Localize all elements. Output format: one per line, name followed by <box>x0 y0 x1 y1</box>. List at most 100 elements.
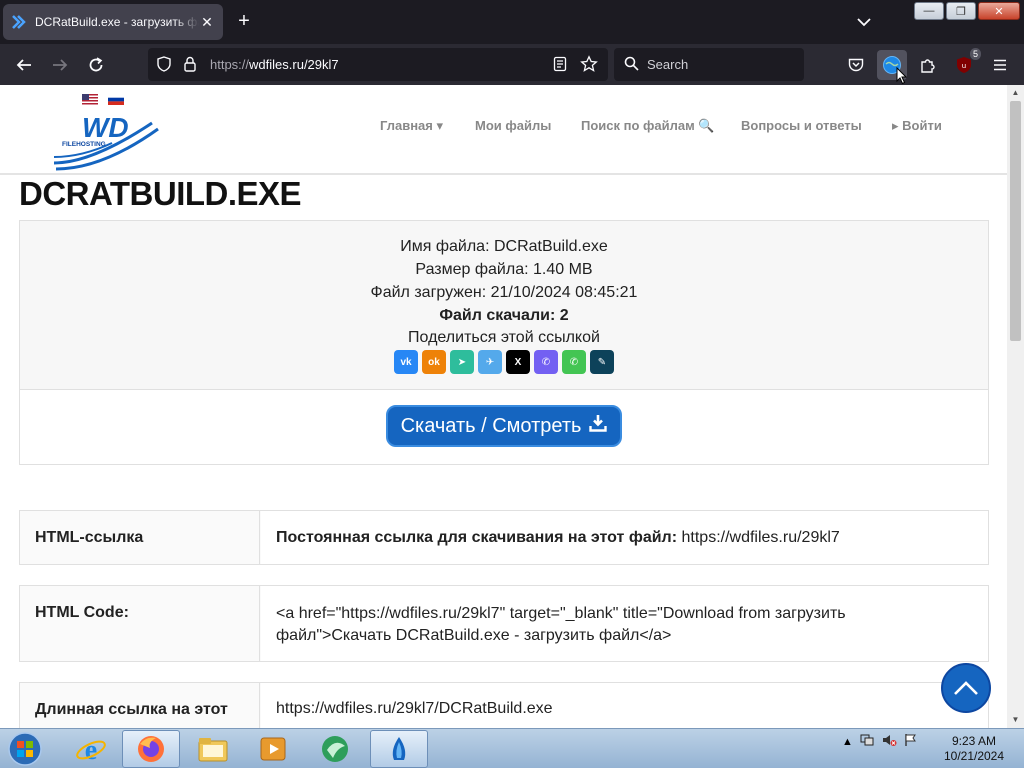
web-page: WD FILEHOSTING Главная ▾ Мои файлы Поиск… <box>0 85 1007 728</box>
share-label: Поделиться этой ссылкой <box>408 329 600 346</box>
restore-button[interactable]: ❐ <box>946 2 976 20</box>
nav-faq[interactable]: Вопросы и ответы <box>741 118 892 134</box>
whatsapp-icon[interactable]: ✆ <box>562 350 586 374</box>
page-title: DCRATBUILD.EXE <box>19 175 302 212</box>
telegram-icon[interactable]: ✈ <box>478 350 502 374</box>
html-link-row: HTML-ссылка Постоянная ссылка для скачив… <box>19 510 989 565</box>
internet-explorer-icon: e <box>76 735 106 765</box>
scrollbar-thumb[interactable] <box>1010 101 1021 341</box>
folder-icon <box>198 738 228 762</box>
html-link-value: Постоянная ссылка для скачивания на этот… <box>261 511 988 564</box>
system-clock[interactable]: 9:23 AM 10/21/2024 <box>936 734 1012 764</box>
nav-login[interactable]: ▸ Войти <box>892 118 942 134</box>
windows-taskbar: e ▲ 9:23 AM 10/21/2024 <box>0 728 1024 768</box>
list-all-tabs-icon[interactable] <box>852 12 876 32</box>
site-navigation: Главная ▾ Мои файлы Поиск по файлам 🔍 Во… <box>380 118 942 134</box>
html-code-value[interactable]: <a href="https://wdfiles.ru/29kl7" targe… <box>261 586 988 661</box>
html-code-row: HTML Code: <a href="https://wdfiles.ru/2… <box>19 585 989 662</box>
vk-icon[interactable]: vk <box>394 350 418 374</box>
logo-subtext: FILEHOSTING <box>62 141 106 148</box>
volume-muted-icon[interactable] <box>881 733 897 750</box>
page-scrollbar[interactable]: ▲ ▼ <box>1007 85 1024 728</box>
long-link-row: Длинная ссылка на этот https://wdfiles.r… <box>19 682 989 728</box>
media-player-icon <box>260 737 286 761</box>
show-hidden-icons-arrow-icon[interactable]: ▲ <box>842 736 853 748</box>
clock-date: 10/21/2024 <box>943 749 1005 763</box>
ublock-count-badge: 5 <box>969 48 981 60</box>
new-tab-button[interactable]: + <box>232 10 256 34</box>
html-link-label: HTML-ссылка <box>20 511 260 564</box>
hamburger-menu-icon[interactable] <box>987 52 1013 78</box>
odnoklassniki-icon[interactable]: ok <box>422 350 446 374</box>
file-name: Имя файла: DCRatBuild.exe <box>400 238 608 255</box>
action-center-flag-icon[interactable] <box>903 733 917 750</box>
search-placeholder: Search <box>647 57 689 72</box>
wd-filehosting-logo[interactable]: WD FILEHOSTING <box>52 111 162 173</box>
livejournal-icon[interactable]: ✎ <box>590 350 614 374</box>
scroll-to-top-button[interactable] <box>941 663 991 713</box>
file-download-count: Файл скачали: 2 <box>439 307 569 324</box>
browser-extension-globe-icon[interactable] <box>877 50 908 85</box>
us-flag-icon[interactable] <box>82 94 98 105</box>
svg-text:u: u <box>962 62 966 70</box>
nav-home[interactable]: Главная ▾ <box>380 118 475 134</box>
html-code-line-2: файл">Скачать DCRatBuild.exe - загрузить… <box>276 627 672 644</box>
x-icon[interactable]: X <box>506 350 530 374</box>
nav-file-search[interactable]: Поиск по файлам 🔍 <box>581 118 741 134</box>
padlock-icon[interactable] <box>182 55 198 76</box>
nav-my-files[interactable]: Мои файлы <box>475 118 581 134</box>
svg-text:e: e <box>85 735 97 765</box>
file-info-box: Имя файла: DCRatBuild.exe Размер файла: … <box>19 220 989 465</box>
scroll-down-arrow-icon[interactable]: ▼ <box>1007 713 1024 727</box>
firefox-icon <box>138 736 164 762</box>
taskbar-firefox[interactable] <box>122 730 180 768</box>
blue-app-icon <box>392 737 406 760</box>
scroll-up-arrow-icon[interactable]: ▲ <box>1007 86 1024 100</box>
clock-time: 9:23 AM <box>951 734 997 748</box>
download-icon <box>589 414 608 438</box>
html-link-prefix: Постоянная ссылка для скачивания на этот… <box>276 529 678 546</box>
reader-view-icon[interactable] <box>552 56 568 75</box>
close-window-button[interactable]: ✕ <box>978 2 1020 20</box>
long-link-url[interactable]: https://wdfiles.ru/29kl7/DCRatBuild.exe <box>261 683 988 728</box>
russia-flag-icon[interactable] <box>108 94 124 105</box>
tab-close-icon[interactable]: ✕ <box>199 14 215 31</box>
start-button[interactable] <box>4 731 46 767</box>
file-details: Имя файла: DCRatBuild.exe Размер файла: … <box>20 221 988 390</box>
html-code-line-1: <a href="https://wdfiles.ru/29kl7" targe… <box>276 605 846 622</box>
pocket-icon[interactable] <box>843 52 869 78</box>
long-link-label: Длинная ссылка на этот <box>20 683 260 728</box>
taskbar-app-blue[interactable] <box>370 730 428 768</box>
green-app-icon <box>322 736 348 762</box>
url-text[interactable]: https://wdfiles.ru/29kl7 <box>210 57 339 72</box>
language-flags <box>82 94 124 105</box>
taskbar-file-explorer[interactable] <box>184 730 242 768</box>
html-code-label: HTML Code: <box>20 586 260 661</box>
search-bar[interactable]: Search <box>614 48 804 81</box>
html-link-url[interactable]: https://wdfiles.ru/29kl7 <box>682 529 840 546</box>
ublock-origin-icon[interactable]: u 5 <box>951 48 981 78</box>
window-controls: — ❐ ✕ <box>914 2 1020 20</box>
tracking-protection-shield-icon[interactable] <box>156 56 172 75</box>
chevron-up-icon <box>954 681 978 695</box>
taskbar-app-green[interactable] <box>306 730 364 768</box>
share-buttons: vk ok ➤ ✈ X ✆ ✆ ✎ <box>394 350 614 374</box>
forward-arrow-icon[interactable] <box>47 52 73 78</box>
taskbar-media-player[interactable] <box>244 730 302 768</box>
taskbar-internet-explorer[interactable]: e <box>62 730 120 768</box>
search-icon <box>624 56 639 74</box>
minimize-button[interactable]: — <box>914 2 944 20</box>
browser-tab[interactable]: DCRatBuild.exe - загрузить фай ✕ <box>3 4 223 40</box>
url-bar[interactable]: https://wdfiles.ru/29kl7 <box>148 48 608 81</box>
send-icon[interactable]: ➤ <box>450 350 474 374</box>
logo-text: WD <box>82 112 129 143</box>
back-arrow-icon[interactable] <box>11 52 37 78</box>
download-button[interactable]: Скачать / Смотреть <box>386 405 622 447</box>
download-button-label: Скачать / Смотреть <box>400 414 582 437</box>
extensions-puzzle-icon[interactable] <box>915 52 941 78</box>
network-icon[interactable] <box>859 733 875 750</box>
tab-title: DCRatBuild.exe - загрузить фай <box>35 15 199 29</box>
bookmark-star-icon[interactable] <box>580 55 598 76</box>
viber-icon[interactable]: ✆ <box>534 350 558 374</box>
reload-icon[interactable] <box>83 52 109 78</box>
